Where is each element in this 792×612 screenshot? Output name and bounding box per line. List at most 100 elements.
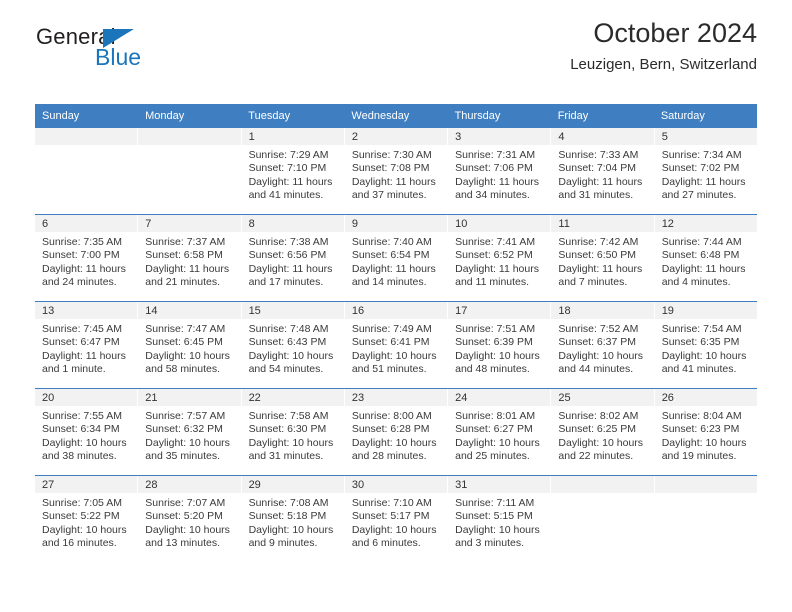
daylight-text-line2: and 1 minute. — [42, 363, 106, 376]
daylight-text-line2: and 27 minutes. — [661, 189, 737, 202]
sunset-text: Sunset: 5:18 PM — [248, 510, 327, 523]
day-details: Sunrise: 7:58 AM Sunset: 6:30 PM Daylight:… — [242, 406, 344, 464]
day-details: Sunrise: 7:31 AM Sunset: 7:06 PM Daylight:… — [448, 145, 550, 203]
day-details: Sunrise: 7:52 AM Sunset: 6:37 PM Daylight:… — [551, 319, 653, 377]
sunset-text: Sunset: 6:39 PM — [455, 336, 533, 349]
day-details: Sunrise: 7:07 AM Sunset: 5:20 PM Daylight:… — [138, 493, 240, 551]
calendar-weeks: 1 Sunrise: 7:29 AM Sunset: 7:10 PM Daylight… — [35, 128, 757, 562]
calendar-day-cell[interactable]: 31 Sunrise: 7:11 AM Sunset: 5:15 PM Dayligh… — [448, 476, 552, 562]
day-details: Sunrise: 7:08 AM Sunset: 5:18 PM Daylight:… — [242, 493, 344, 551]
calendar-day-cell[interactable]: 22 Sunrise: 7:58 AM Sunset: 6:30 PM Dayligh… — [241, 389, 345, 475]
daylight-text-line1: Daylight: 10 hours — [42, 436, 127, 449]
sunset-text: Sunset: 6:48 PM — [661, 249, 740, 262]
sunrise-text: Sunrise: 7:37 AM — [145, 236, 226, 248]
calendar-day-cell[interactable]: 11 Sunrise: 7:42 AM Sunset: 6:50 PM Dayligh… — [551, 215, 655, 301]
calendar-day-cell[interactable]: 25 Sunrise: 8:02 AM Sunset: 6:25 PM Dayligh… — [551, 389, 655, 475]
day-details: Sunrise: 7:49 AM Sunset: 6:41 PM Daylight:… — [345, 319, 447, 377]
calendar-day-cell[interactable]: 7 Sunrise: 7:37 AM Sunset: 6:58 PM Daylight… — [138, 215, 242, 301]
daylight-text-line1: Daylight: 11 hours — [248, 262, 333, 275]
calendar-day-cell[interactable]: 30 Sunrise: 7:10 AM Sunset: 5:17 PM Dayligh… — [344, 476, 449, 562]
sunset-text: Sunset: 6:37 PM — [558, 336, 637, 349]
calendar-day-cell-empty — [35, 128, 139, 214]
day-number: 8 — [241, 215, 344, 232]
sunset-text: Sunset: 6:34 PM — [42, 423, 120, 436]
daylight-text-line1: Daylight: 10 hours — [558, 349, 644, 362]
calendar-day-cell-empty — [551, 476, 655, 562]
daylight-text-line1: Daylight: 11 hours — [42, 262, 126, 275]
calendar-day-cell[interactable]: 14 Sunrise: 7:47 AM Sunset: 6:45 PM Dayligh… — [138, 302, 242, 388]
daylight-text-line2: and 3 minutes. — [455, 537, 525, 550]
daylight-text-line2: and 24 minutes. — [42, 276, 117, 289]
sunset-text: Sunset: 6:56 PM — [248, 249, 327, 262]
calendar-day-cell[interactable]: 3 Sunrise: 7:31 AM Sunset: 7:06 PM Daylight… — [448, 128, 552, 214]
calendar-day-cell[interactable]: 1 Sunrise: 7:29 AM Sunset: 7:10 PM Daylight… — [241, 128, 345, 214]
logo-text-blue: Blue — [95, 44, 142, 70]
daylight-text-line1: Daylight: 11 hours — [42, 349, 126, 362]
day-number: 20 — [35, 389, 138, 406]
calendar-day-cell[interactable]: 20 Sunrise: 7:55 AM Sunset: 6:34 PM Dayligh… — [35, 389, 139, 475]
calendar-day-cell[interactable]: 28 Sunrise: 7:07 AM Sunset: 5:20 PM Dayligh… — [138, 476, 242, 562]
day-number: 1 — [241, 128, 344, 145]
calendar-day-cell[interactable]: 15 Sunrise: 7:48 AM Sunset: 6:43 PM Dayligh… — [241, 302, 345, 388]
day-number: 10 — [448, 215, 551, 232]
daylight-text-line2: and 37 minutes. — [351, 189, 427, 202]
calendar-day-cell[interactable]: 4 Sunrise: 7:33 AM Sunset: 7:04 PM Daylight… — [551, 128, 655, 214]
day-number: 21 — [138, 389, 241, 406]
sunrise-text: Sunrise: 7:34 AM — [661, 149, 742, 161]
sunset-text: Sunset: 6:28 PM — [351, 423, 430, 436]
calendar-day-cell[interactable]: 18 Sunrise: 7:52 AM Sunset: 6:37 PM Dayligh… — [551, 302, 655, 388]
day-number — [35, 128, 138, 145]
sunrise-text: Sunrise: 7:45 AM — [42, 323, 122, 335]
daylight-text-line1: Daylight: 11 hours — [661, 262, 746, 275]
sunset-text: Sunset: 7:06 PM — [455, 162, 533, 175]
day-number: 18 — [551, 302, 654, 319]
day-details: Sunrise: 7:45 AM Sunset: 6:47 PM Daylight:… — [35, 319, 137, 377]
sunrise-text: Sunrise: 7:38 AM — [248, 236, 329, 248]
day-details: Sunrise: 8:00 AM Sunset: 6:28 PM Daylight:… — [345, 406, 447, 464]
calendar-day-cell[interactable]: 6 Sunrise: 7:35 AM Sunset: 7:00 PM Daylight… — [35, 215, 139, 301]
daylight-text-line2: and 6 minutes. — [351, 537, 421, 550]
weekday-header-row: Sunday Monday Tuesday Wednesday Thursday… — [35, 104, 757, 128]
day-number: 6 — [35, 215, 138, 232]
weekday-friday: Friday — [557, 110, 589, 122]
day-number: 26 — [654, 389, 757, 406]
calendar-day-cell[interactable]: 10 Sunrise: 7:41 AM Sunset: 6:52 PM Dayligh… — [448, 215, 552, 301]
calendar-day-cell[interactable]: 16 Sunrise: 7:49 AM Sunset: 6:41 PM Dayligh… — [344, 302, 449, 388]
daylight-text-line1: Daylight: 10 hours — [145, 523, 230, 536]
day-number: 7 — [138, 215, 241, 232]
day-details: Sunrise: 7:10 AM Sunset: 5:17 PM Daylight:… — [345, 493, 447, 551]
daylight-text-line2: and 25 minutes. — [455, 450, 530, 463]
calendar-day-cell[interactable]: 23 Sunrise: 8:00 AM Sunset: 6:28 PM Dayligh… — [344, 389, 449, 475]
daylight-text-line1: Daylight: 11 hours — [455, 175, 539, 188]
calendar-day-cell[interactable]: 9 Sunrise: 7:40 AM Sunset: 6:54 PM Daylight… — [344, 215, 449, 301]
calendar-day-cell[interactable]: 19 Sunrise: 7:54 AM Sunset: 6:35 PM Dayligh… — [654, 302, 757, 388]
calendar-week-row: 27 Sunrise: 7:05 AM Sunset: 5:22 PM Dayligh… — [35, 475, 757, 562]
sunset-text: Sunset: 6:35 PM — [661, 336, 740, 349]
calendar-day-cell[interactable]: 12 Sunrise: 7:44 AM Sunset: 6:48 PM Dayligh… — [654, 215, 757, 301]
day-number: 15 — [241, 302, 344, 319]
day-number: 22 — [241, 389, 344, 406]
calendar-day-cell[interactable]: 26 Sunrise: 8:04 AM Sunset: 6:23 PM Dayligh… — [654, 389, 757, 475]
calendar-day-cell[interactable]: 24 Sunrise: 8:01 AM Sunset: 6:27 PM Dayligh… — [448, 389, 552, 475]
calendar-day-cell[interactable]: 21 Sunrise: 7:57 AM Sunset: 6:32 PM Dayligh… — [138, 389, 242, 475]
sunset-text: Sunset: 7:04 PM — [558, 162, 637, 175]
daylight-text-line1: Daylight: 10 hours — [145, 349, 230, 362]
calendar-day-cell[interactable]: 5 Sunrise: 7:34 AM Sunset: 7:02 PM Daylight… — [654, 128, 757, 214]
sunrise-text: Sunrise: 8:02 AM — [558, 410, 639, 422]
calendar-day-cell[interactable]: 2 Sunrise: 7:30 AM Sunset: 7:08 PM Daylight… — [344, 128, 449, 214]
title-block: October 2024 Leuzigen, Bern, Switzerland — [570, 18, 757, 73]
calendar-day-cell[interactable]: 8 Sunrise: 7:38 AM Sunset: 6:56 PM Daylight… — [241, 215, 345, 301]
daylight-text-line1: Daylight: 11 hours — [661, 175, 746, 188]
daylight-text-line1: Daylight: 10 hours — [455, 436, 540, 449]
calendar-day-cell[interactable]: 27 Sunrise: 7:05 AM Sunset: 5:22 PM Dayligh… — [35, 476, 139, 562]
sunset-text: Sunset: 5:17 PM — [351, 510, 430, 523]
day-details: Sunrise: 7:55 AM Sunset: 6:34 PM Daylight:… — [35, 406, 137, 464]
sunrise-text: Sunrise: 7:52 AM — [558, 323, 639, 335]
daylight-text-line1: Daylight: 10 hours — [351, 436, 437, 449]
daylight-text-line1: Daylight: 10 hours — [558, 436, 644, 449]
calendar-day-cell[interactable]: 13 Sunrise: 7:45 AM Sunset: 6:47 PM Dayligh… — [35, 302, 139, 388]
calendar-day-cell[interactable]: 17 Sunrise: 7:51 AM Sunset: 6:39 PM Dayligh… — [448, 302, 552, 388]
sunrise-text: Sunrise: 7:42 AM — [558, 236, 639, 248]
day-details: Sunrise: 7:47 AM Sunset: 6:45 PM Daylight:… — [138, 319, 240, 377]
calendar-day-cell[interactable]: 29 Sunrise: 7:08 AM Sunset: 5:18 PM Dayligh… — [241, 476, 345, 562]
